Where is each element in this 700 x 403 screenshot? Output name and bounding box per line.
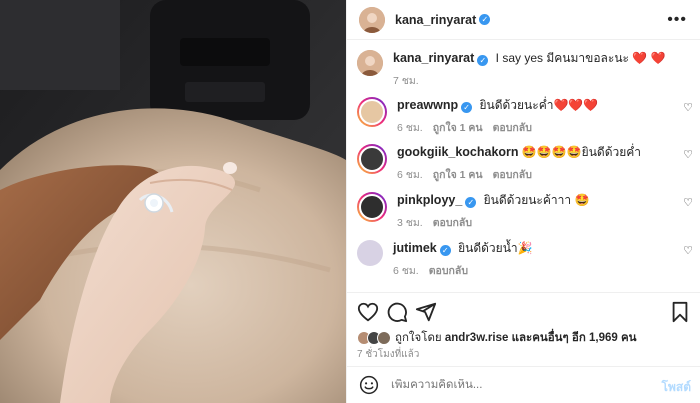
comment-row: pinkployy_ ✓ ยินดีด้วยนะค้าาา 🤩 3 ชม. ตอบ… xyxy=(357,192,693,231)
post-header: kana_rinyarat ✓ ••• xyxy=(347,0,700,40)
comment-like-heart-icon[interactable]: ♡ xyxy=(683,148,693,161)
post-panel: kana_rinyarat ✓ ••• kana_rinyarat ✓ I say… xyxy=(346,0,700,403)
comment-emoji: ❤️❤️❤️ xyxy=(553,98,599,112)
comment-row: gookgiik_kochakorn 🤩🤩🤩🤩ยินดีด้วยค่ำ 6 ชม… xyxy=(357,144,693,183)
caption-avatar[interactable] xyxy=(357,50,383,76)
comment-avatar[interactable] xyxy=(357,97,387,127)
ring-hand-photo xyxy=(0,0,346,403)
reply-button[interactable]: ตอบกลับ xyxy=(493,119,532,136)
reply-button[interactable]: ตอบกลับ xyxy=(493,166,532,183)
comment-text: ยินดีด้วยค่ำ xyxy=(581,145,642,159)
comment-username[interactable]: pinkployy_ xyxy=(397,193,462,207)
caption-row: kana_rinyarat ✓ I say yes มีคนมาขอละนะ ❤️… xyxy=(357,50,693,89)
avatar-image xyxy=(359,6,385,33)
comment-icon[interactable] xyxy=(386,301,408,323)
reply-button[interactable]: ตอบกลับ xyxy=(433,214,472,231)
verified-icon: ✓ xyxy=(461,102,473,113)
bookmark-icon[interactable] xyxy=(669,301,691,323)
post-time-ago: 7 ชั่วโมงที่แล้ว xyxy=(357,349,420,360)
comment-composer: โพสต์ xyxy=(347,366,700,403)
comment-text: ยินดีด้วยนะค่ำ xyxy=(479,98,554,112)
comment-text: ยินดีด้วยนะค้าาา xyxy=(483,193,572,207)
comment-emoji: 🎉 xyxy=(517,241,533,255)
comment-emoji: 🤩 xyxy=(574,193,590,207)
likes-summary[interactable]: ถูกใจโดย andr3w.rise และคนอื่นๆ อีก 1,96… xyxy=(357,329,637,347)
verified-icon: ✓ xyxy=(439,245,451,256)
caption-time: 7 ชม. xyxy=(393,75,419,87)
comment-username[interactable]: preawwnp xyxy=(397,98,458,112)
reply-button[interactable]: ตอบกลับ xyxy=(429,262,468,279)
comment-time: 3 ชม. xyxy=(397,217,423,229)
avatar-image xyxy=(357,50,383,76)
comment-likes[interactable]: ถูกใจ 1 คน xyxy=(433,166,483,183)
author-avatar[interactable] xyxy=(359,6,385,33)
comment-row: preawwnp ✓ ยินดีด้วยนะค่ำ❤️❤️❤️ 6 ชม. ถูก… xyxy=(357,97,693,136)
comment-like-heart-icon[interactable]: ♡ xyxy=(683,196,693,209)
heart-icon[interactable] xyxy=(357,301,379,323)
comment-likes[interactable]: ถูกใจ 1 คน xyxy=(433,119,483,136)
action-bar xyxy=(347,292,700,328)
verified-icon: ✓ xyxy=(477,55,489,66)
likes-user[interactable]: andr3w.rise xyxy=(445,332,509,344)
caption-username[interactable]: kana_rinyarat xyxy=(393,51,474,65)
share-icon[interactable] xyxy=(415,301,437,323)
comment-input[interactable] xyxy=(391,379,641,391)
verified-icon: ✓ xyxy=(479,14,491,25)
emoji-icon[interactable] xyxy=(359,375,379,395)
comment-username[interactable]: jutimek xyxy=(393,241,437,255)
comment-time: 6 ชม. xyxy=(393,265,419,277)
verified-icon: ✓ xyxy=(465,197,477,208)
comment-time: 6 ชม. xyxy=(397,122,423,134)
post-comment-button[interactable]: โพสต์ xyxy=(662,378,691,397)
caption-text: I say yes มีคนมาขอละนะ xyxy=(495,51,629,65)
comment-row: jutimek ✓ ยินดีด้วยน้ำ🎉 6 ชม. ตอบกลับ ♡ xyxy=(357,240,693,279)
comment-avatar[interactable] xyxy=(357,240,383,266)
comment-text: ยินดีด้วยน้ำ xyxy=(458,241,518,255)
comment-avatar[interactable] xyxy=(357,192,387,222)
post-photo xyxy=(0,0,346,403)
comment-like-heart-icon[interactable]: ♡ xyxy=(683,244,693,257)
author-username[interactable]: kana_rinyarat xyxy=(395,13,476,27)
comments-list: kana_rinyarat ✓ I say yes มีคนมาขอละนะ ❤️… xyxy=(347,40,700,292)
more-icon[interactable]: ••• xyxy=(667,11,687,29)
comment-emoji: 🤩🤩🤩🤩 xyxy=(521,145,582,159)
comment-like-heart-icon[interactable]: ♡ xyxy=(683,101,693,114)
likes-count[interactable]: และคนอื่นๆ อีก 1,969 คน xyxy=(512,329,637,347)
likes-prefix: ถูกใจโดย xyxy=(395,332,442,344)
comment-username[interactable]: gookgiik_kochakorn xyxy=(397,145,519,159)
comment-avatar[interactable] xyxy=(357,144,387,174)
comment-time: 6 ชม. xyxy=(397,169,423,181)
liker-avatars xyxy=(357,331,391,345)
caption-emoji: ❤️ ❤️ xyxy=(632,51,666,65)
